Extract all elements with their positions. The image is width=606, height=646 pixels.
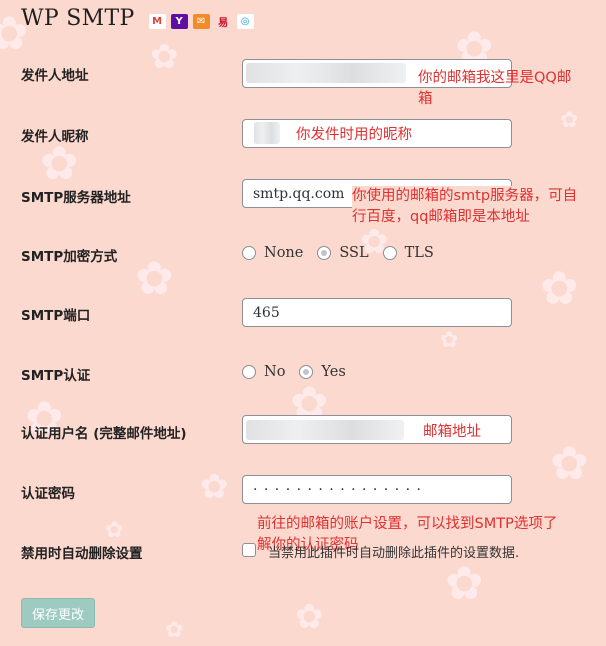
save-button[interactable]: 保存更改 [21,598,95,628]
blossom-decoration: ✿ [445,556,484,610]
username-label: 认证用户名 (完整邮件地址) [21,426,187,442]
blossom-decoration: ✿ [150,37,179,77]
blossom-decoration: ✿ [295,597,324,637]
redacted-value [246,420,404,440]
delete-on-disable-checkbox[interactable] [242,543,256,557]
password-label: 认证密码 [21,486,75,502]
yahoo-icon[interactable]: Y [170,13,188,29]
from-address-annotation: 你的邮箱我这里是QQ邮箱 [418,70,572,107]
sina-weibo-icon[interactable]: 易 [214,13,232,29]
blossom-decoration: ✿ [165,618,184,643]
smtp-secure-radio-group: None SSL TLS [242,245,448,261]
username-annotation: 邮箱地址 [423,424,481,440]
smtp-auth-radio-group: No Yes [242,364,360,380]
blossom-decoration: ✿ [40,136,79,190]
delete-on-disable-description: 当禁用此插件时自动删除此插件的设置数据. [268,546,520,561]
radio-no-label: No [264,364,286,380]
smtp-auth-label: SMTP认证 [21,368,91,384]
qq-icon[interactable]: ◎ [236,13,254,29]
blossom-decoration: ✿ [135,251,174,305]
blossom-decoration: ✿ [440,328,459,353]
radio-tls[interactable] [382,246,397,260]
page-title: WP SMTP [21,5,135,31]
blossom-decoration: ✿ [540,261,579,315]
radio-yes-label: Yes [321,364,346,380]
redacted-value [254,122,280,144]
smtp-host-label: SMTP服务器地址 [21,190,131,206]
blossom-decoration: ✿ [550,436,589,490]
from-name-label: 发件人昵称 [21,129,89,145]
from-name-annotation: 你发件时用的昵称 [296,127,412,143]
radio-none[interactable] [242,246,256,260]
smtp-port-label: SMTP端口 [21,308,91,324]
page-header: WP SMTP M Y ✉ 易 ◎ [21,3,254,33]
smtp-port-field[interactable]: 465 [242,298,512,327]
radio-no[interactable] [242,365,256,379]
mail-icon[interactable]: ✉ [192,13,210,29]
radio-yes[interactable] [299,365,314,379]
blossom-decoration: ✿ [105,518,124,543]
redacted-value [246,63,406,83]
smtp-secure-label: SMTP加密方式 [21,249,118,265]
radio-ssl[interactable] [317,246,332,260]
share-icons: M Y ✉ 易 ◎ [148,13,254,29]
radio-none-label: None [264,245,304,261]
delete-on-disable-label: 禁用时自动删除设置 [21,546,143,562]
password-field[interactable]: · · · · · · · · · · · · · · · · [242,475,512,504]
gmail-icon[interactable]: M [148,13,166,29]
blossom-decoration: ✿ [200,467,229,507]
blossom-decoration: ✿ [560,108,579,133]
smtp-host-annotation: 你使用的邮箱的smtp服务器，可自 行百度，qq邮箱即是本地址 [352,186,578,228]
from-address-label: 发件人地址 [21,68,89,84]
radio-tls-label: TLS [404,245,434,261]
radio-ssl-label: SSL [339,245,369,261]
